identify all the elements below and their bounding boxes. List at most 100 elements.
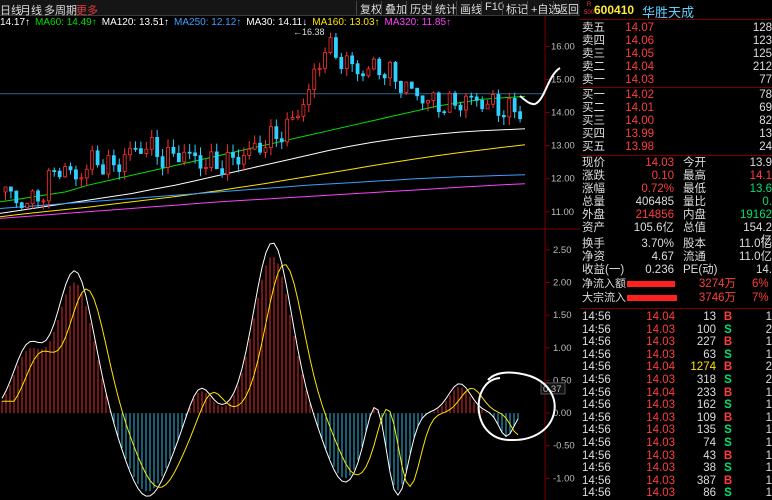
candle-body (231, 152, 235, 158)
ask-label: 卖三 (582, 48, 605, 60)
moving-average-lines (0, 95, 526, 219)
tick-side: S (724, 399, 732, 412)
stat-value: 4.67 (651, 251, 674, 263)
tick-row: 14:56 14.03 38 S 1 (580, 462, 772, 475)
candle-body (474, 96, 479, 101)
candle-body (409, 81, 414, 89)
candle-body (214, 151, 219, 170)
candle-body (133, 147, 138, 150)
stats-button[interactable]: 统计 (431, 1, 457, 16)
tick-volume: 43 (703, 449, 716, 462)
tick-count: 1 (765, 311, 772, 323)
quote-panel: 卖五 14.07 128 卖四 14.06 123 卖三 14.05 125 卖二 14.04 212… (580, 20, 772, 500)
stat-value: 11.0亿 (738, 251, 772, 263)
candle-body (426, 100, 430, 104)
macd-tick-label: 2.50 (553, 245, 572, 256)
stat-value: 214856 (635, 209, 674, 221)
candle-body (263, 147, 268, 153)
stat-label: 量比 (683, 196, 706, 208)
tick-time: 14:56 (582, 449, 611, 462)
back-button[interactable]: 返回 (553, 1, 579, 16)
tick-side: S (724, 323, 732, 336)
candle-body (220, 168, 225, 176)
tick-side: B (723, 411, 733, 424)
ma-line-ma250 (0, 174, 526, 209)
tick-side: B (723, 336, 733, 349)
candle-body (420, 95, 425, 104)
stat-label: 涨幅 (582, 183, 605, 195)
candle-body (436, 92, 441, 113)
mark-button[interactable]: 标记 (502, 1, 528, 16)
stat-row: 换手 3.70% 股本 11.0亿 (580, 238, 772, 251)
tick-side: B (723, 449, 733, 462)
stat-label: 外盘 (582, 209, 605, 221)
candle-body (144, 148, 149, 154)
stat-value: 3.70% (641, 238, 674, 250)
tick-price: 14.03 (646, 424, 675, 437)
flow-bar (627, 295, 677, 301)
stat-row: 现价 14.03 今开 13.9 (580, 157, 772, 170)
candle-body (328, 37, 333, 54)
candle-body (25, 203, 30, 209)
bid-volume: 69 (759, 102, 772, 114)
tick-price: 14.03 (646, 374, 675, 386)
candle-body (30, 190, 35, 205)
candle-body (458, 104, 463, 111)
kline-chart[interactable]: ←16.38 16.00 15.00 14.00 13.00 12.00 11.00 2.5… (0, 16, 580, 500)
macd-lines (1, 242, 519, 497)
tick-volume: 38 (703, 462, 716, 475)
candle-body (247, 148, 252, 156)
ma-line-ma160 (0, 144, 526, 218)
f10-button[interactable]: F10 (481, 1, 504, 15)
flow-value: 3274万 (698, 278, 736, 290)
candle-body (9, 186, 13, 192)
bid-row: 买三 14.00 82 (580, 115, 772, 128)
overlay-button[interactable]: 叠加 (381, 1, 407, 16)
tick-row: 14:56 14.03 227 B 1 (580, 336, 772, 349)
flow-pct: 6% (752, 278, 769, 290)
candle-body (209, 151, 214, 168)
candle-body (290, 117, 295, 120)
ask-row: 卖四 14.06 123 (580, 35, 772, 48)
tick-side: B (723, 311, 733, 323)
flow-label: 大宗流入 (582, 292, 626, 304)
candle-body (350, 55, 355, 65)
candle-body (491, 94, 495, 105)
tick-side: B (723, 361, 733, 374)
tick-count: 1 (765, 474, 772, 487)
chart-grid (0, 16, 580, 500)
stat-row: 涨幅 0.72% 最低 13.6 (580, 183, 772, 196)
candle-body (274, 126, 279, 140)
stat-row: 净资 4.67 流通 11.0亿 (580, 251, 772, 264)
annotation-arrow (519, 67, 561, 106)
tick-price: 14.04 (646, 386, 675, 399)
bid-volume: 24 (759, 141, 772, 153)
tick-time: 14:56 (582, 374, 611, 386)
tick-row: 14:56 14.03 43 B 1 (580, 450, 772, 463)
tick-price: 14.04 (646, 311, 675, 323)
tick-time: 14:56 (582, 487, 611, 500)
candle-body (19, 202, 24, 209)
tick-time: 14:56 (582, 386, 611, 399)
candle-body (355, 63, 360, 75)
draw-line-button[interactable]: 画线 (456, 1, 482, 16)
stock-name: 华胜天成 (642, 5, 695, 20)
tick-side: S (724, 437, 732, 449)
bid-row: 买五 13.98 24 (580, 141, 772, 154)
candle-body (90, 150, 95, 170)
price-tick-label: 12.00 (551, 174, 575, 185)
candle-body (464, 95, 468, 111)
history-button[interactable]: 历史 (406, 1, 432, 16)
bid-label: 买四 (582, 128, 605, 140)
tick-row: 14:56 14.03 135 S 1 (580, 424, 772, 437)
tick-count: 1 (765, 411, 772, 424)
period-tab-bar: 日线 月线 多周期 更多 复权 叠加 历史 统计 画线 F10 标记 +自选 返… (0, 0, 580, 17)
adjust-button[interactable]: 复权 (356, 1, 382, 16)
candle-body (312, 68, 317, 91)
ask-row: 卖五 14.07 128 (580, 22, 772, 35)
tick-time: 14:56 (582, 437, 611, 449)
candle-body (122, 154, 127, 172)
candle-body (339, 56, 344, 69)
candle-body (106, 155, 111, 175)
legend-entry: MA120: 13.51↑ (101, 17, 170, 28)
